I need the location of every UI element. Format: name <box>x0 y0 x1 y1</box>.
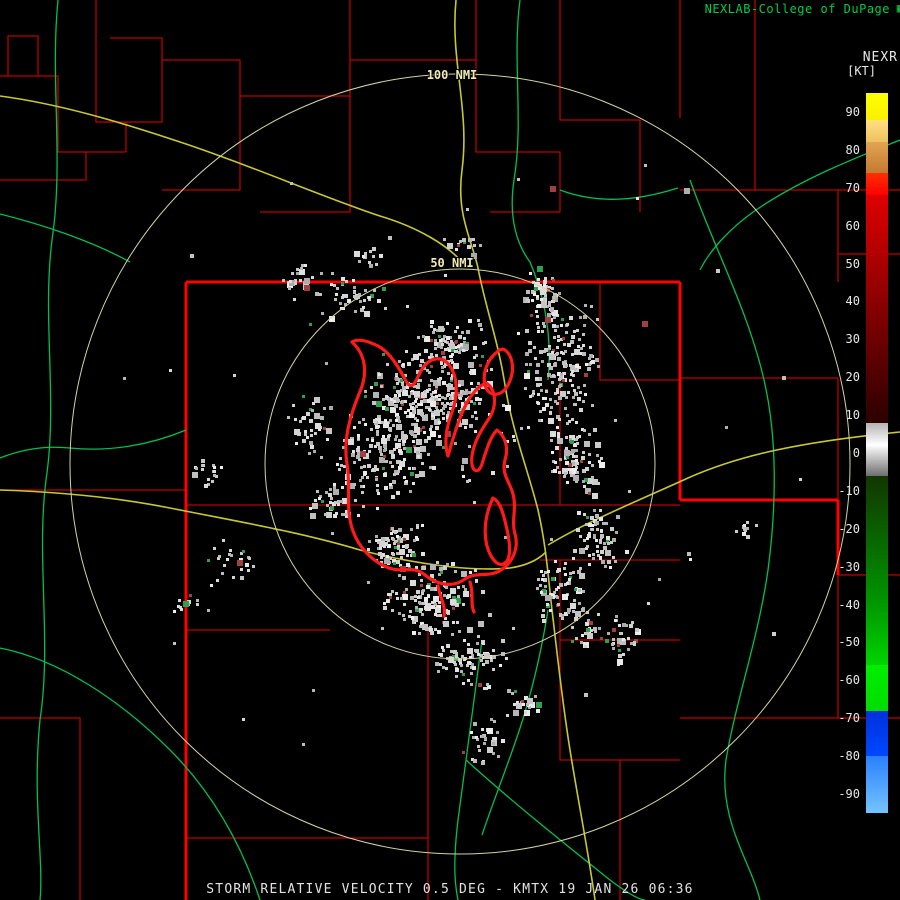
colorbar-segment <box>866 605 888 666</box>
colorbar-tick: -20 <box>820 522 860 536</box>
road-green-topright-link <box>560 188 678 199</box>
colorbar-tick: 10 <box>820 408 860 422</box>
colorbar-tick: 20 <box>820 370 860 384</box>
road-green-southcenter <box>455 640 645 900</box>
branding-text: NEXLAB-College of DuPage <box>705 2 890 16</box>
colorbar-tick: -70 <box>820 711 860 725</box>
road-green-southwest <box>0 648 260 900</box>
bear-river-bay-outline <box>484 349 512 394</box>
colorbar-segment <box>866 665 888 710</box>
colorbar-tick: -40 <box>820 598 860 612</box>
colorbar-tick: -50 <box>820 635 860 649</box>
colorbar-tick: 40 <box>820 294 860 308</box>
colorbar-tick: 50 <box>820 257 860 271</box>
colorbar-segment <box>866 93 888 120</box>
colorbar-segment <box>866 120 888 143</box>
colorbar-tick: 30 <box>820 332 860 346</box>
range-ring-label-50nmi: 50 NMI <box>430 256 473 270</box>
road-green-slc-south <box>482 610 548 835</box>
colorbar-tick: -30 <box>820 560 860 574</box>
colorbar-segment <box>866 423 888 446</box>
colorbar-tick: -10 <box>820 484 860 498</box>
colorbar-tick: 70 <box>820 181 860 195</box>
colorbar-segment <box>866 142 888 172</box>
county-lines-idaho <box>0 0 900 282</box>
product-status-text: STORM RELATIVE VELOCITY 0.5 DEG - KMTX 1… <box>0 882 900 897</box>
road-green-topleft <box>0 214 130 262</box>
radar-echoes <box>123 164 802 765</box>
colorbar-segment <box>866 445 888 475</box>
colorbar-segment <box>866 756 888 813</box>
great-salt-lake-outline <box>346 340 516 584</box>
colorbar-tick: -90 <box>820 787 860 801</box>
colorbar-tick: 80 <box>820 143 860 157</box>
colorbar-segment <box>866 195 888 301</box>
colorbar-segment <box>866 476 888 605</box>
road-green-east-long <box>690 180 774 900</box>
colorbar-segment <box>866 173 888 196</box>
colorbar-tick: -60 <box>820 673 860 687</box>
radar-display: 100 NMI 50 NMI NEXLAB-College of DuPage … <box>0 0 900 900</box>
colorbar-tick: 0 <box>820 446 860 460</box>
road-green-west-mid <box>0 430 186 458</box>
farmington-bay-outline <box>485 498 509 564</box>
road-green-west <box>37 0 58 900</box>
colorbar-segment <box>866 711 888 756</box>
colorbar-product-label: NEXR <box>863 50 898 65</box>
radar-map: 100 NMI 50 NMI <box>0 0 900 900</box>
road-i84 <box>0 96 462 262</box>
colorbar-tick: 60 <box>820 219 860 233</box>
colorbar-tick: -80 <box>820 749 860 763</box>
colorbar-units-label: [KT] <box>847 64 876 78</box>
colorbar-segment <box>866 301 888 422</box>
range-ring-label-100nmi: 100 NMI <box>427 68 478 82</box>
velocity-colorbar <box>866 93 888 813</box>
road-i80-west <box>0 490 546 569</box>
colorbar-tick: 90 <box>820 105 860 119</box>
